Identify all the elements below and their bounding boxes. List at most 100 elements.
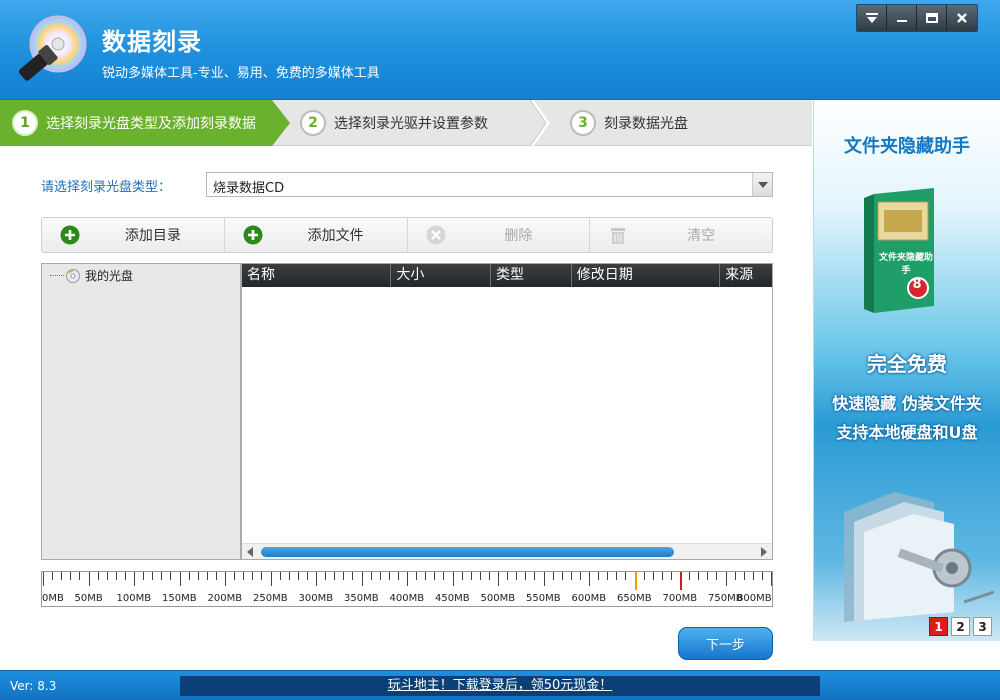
chevron-down-icon[interactable] <box>752 173 772 196</box>
ruler-tick <box>661 572 663 580</box>
step-label: 选择刻录光盘类型及添加刻录数据 <box>46 116 256 132</box>
step-number: 1 <box>12 110 38 136</box>
step-label: 刻录数据光盘 <box>604 116 688 132</box>
ruler-tick <box>152 572 154 580</box>
scroll-left-icon[interactable] <box>247 547 253 557</box>
ruler-tick <box>625 572 627 580</box>
ad-pager: 1 2 3 <box>929 617 992 636</box>
ruler-tick <box>461 572 463 580</box>
column-header-size[interactable]: 大小 <box>391 264 492 287</box>
ad-page-3[interactable]: 3 <box>973 617 992 636</box>
box-text: 文件夹隐藏助手 <box>878 253 933 276</box>
ad-line-2: 支持本地硬盘和U盘 <box>836 423 978 442</box>
app-subtitle: 锐动多媒体工具-专业、易用、免费的多媒体工具 <box>102 66 380 81</box>
ruler-tick <box>97 572 99 580</box>
ruler-tick <box>325 572 327 580</box>
tree-node-label: 我的光盘 <box>85 269 134 283</box>
ruler-tick <box>52 572 54 580</box>
next-button[interactable]: 下一步 <box>678 627 773 660</box>
ruler-tick <box>316 572 317 586</box>
disc-type-select[interactable]: 烧录数据CD <box>206 172 773 197</box>
clear-button[interactable]: 清空 <box>590 218 772 252</box>
ruler-tick <box>543 572 545 586</box>
delete-button[interactable]: 删除 <box>408 218 591 252</box>
add-directory-button[interactable]: 添加目录 <box>42 218 225 252</box>
ad-panel[interactable]: 文件夹隐藏助手 文件夹隐藏助手 8 完全免费 快速隐藏 伪装文件夹 支持本地硬盘… <box>813 100 1000 641</box>
box-badge: 8 <box>912 277 922 292</box>
ruler-tick <box>752 572 754 580</box>
ruler-tick <box>479 572 481 580</box>
ruler-tick <box>370 572 372 580</box>
ruler-tick <box>279 572 281 580</box>
ruler-tick <box>106 572 108 580</box>
ruler-tick <box>215 572 217 580</box>
ruler-label: 600MB <box>571 593 607 604</box>
cd-torch-logo-icon <box>18 15 87 81</box>
ruler-label: 200MB <box>207 593 243 604</box>
ruler-tick <box>698 572 700 580</box>
ruler-tick <box>334 572 336 580</box>
scroll-thumb[interactable] <box>261 547 674 557</box>
folder-key-image <box>844 492 994 622</box>
menu-icon[interactable] <box>857 5 887 31</box>
ruler-tick <box>343 572 345 580</box>
ruler-label: 250MB <box>253 593 288 604</box>
ad-page-1[interactable]: 1 <box>929 617 948 636</box>
ruler-tick <box>225 572 226 586</box>
disc-type-value: 烧录数据CD <box>213 181 285 196</box>
step-label: 选择刻录光驱并设置参数 <box>334 116 488 132</box>
ruler-label: 400MB <box>389 593 425 604</box>
ruler-tick <box>206 572 208 580</box>
ruler-tick <box>188 572 190 580</box>
ruler-tick <box>743 572 745 580</box>
scroll-right-icon[interactable] <box>761 547 767 557</box>
ruler-tick <box>61 572 63 580</box>
add-directory-label: 添加目录 <box>124 228 181 244</box>
ruler-tick <box>616 572 618 580</box>
ad-free-text: 完全免费 <box>867 352 947 376</box>
ruler-tick <box>297 572 299 580</box>
column-header-modified[interactable]: 修改日期 <box>572 264 721 287</box>
ruler-tick <box>525 572 527 580</box>
ruler-tick <box>670 572 672 580</box>
promo-link[interactable]: 玩斗地主！下载登录后，领50元现金！ <box>180 676 820 696</box>
ruler-tick <box>643 572 645 580</box>
step-number: 3 <box>570 110 596 136</box>
ruler-tick <box>43 572 44 586</box>
ruler-tick <box>179 572 181 586</box>
ruler-tick <box>161 572 163 580</box>
ruler-tick <box>498 572 499 586</box>
horizontal-scrollbar[interactable] <box>242 543 772 559</box>
column-header-type[interactable]: 类型 <box>491 264 572 287</box>
add-file-button[interactable]: 添加文件 <box>225 218 408 252</box>
ruler-tick <box>134 572 135 586</box>
ruler-tick <box>352 572 354 580</box>
column-header-source[interactable]: 来源 <box>720 264 772 287</box>
ruler-tick <box>70 572 72 580</box>
ruler-tick <box>689 572 691 580</box>
ruler-label: 650MB <box>617 593 652 604</box>
file-list: 名称 大小 类型 修改日期 来源 <box>241 263 773 560</box>
ruler-tick <box>252 572 254 580</box>
ruler-tick <box>416 572 418 580</box>
minimize-icon[interactable] <box>887 5 917 31</box>
tree-node-my-disc[interactable]: 我的光盘 <box>50 267 133 284</box>
ruler-tick <box>361 572 363 586</box>
column-header-name[interactable]: 名称 <box>242 264 392 287</box>
ruler-tick <box>443 572 445 580</box>
close-icon[interactable] <box>947 5 977 31</box>
maximize-icon[interactable] <box>917 5 947 31</box>
ruler-tick <box>425 572 427 580</box>
ruler-label: 100MB <box>116 593 152 604</box>
ruler-tick <box>79 572 81 580</box>
ruler-tick <box>115 572 117 580</box>
file-toolbar: 添加目录 添加文件 删除 清空 <box>41 217 773 253</box>
cd-icon <box>66 268 80 283</box>
ad-page-2[interactable]: 2 <box>951 617 970 636</box>
capacity-ruler: 0MB 50MB 100MB 150MB 200MB 250MB 300MB 350MB 400… <box>41 571 773 607</box>
step-bar: 1 选择刻录光盘类型及添加刻录数据 2 选择刻录光驱并设置参数 3 刻录数据光盘 <box>0 100 812 146</box>
ruler-tick <box>570 572 572 580</box>
ruler-tick <box>261 572 263 580</box>
ruler-tick <box>379 572 381 580</box>
add-file-label: 添加文件 <box>307 228 364 244</box>
